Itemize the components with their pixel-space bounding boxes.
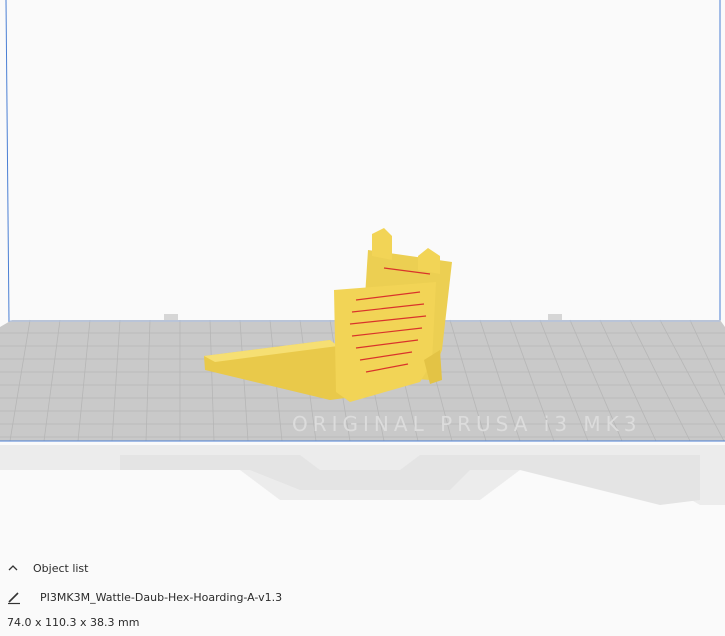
object-dimensions: 74.0 x 110.3 x 38.3 mm [7, 616, 140, 629]
chevron-up-icon[interactable] [6, 561, 20, 575]
3d-viewport[interactable]: ORIGINAL PRUSA i3 MK3 [0, 0, 725, 636]
object-list-toggle[interactable]: Object list [6, 558, 88, 578]
model-hoarding[interactable] [204, 228, 452, 402]
pencil-icon[interactable] [6, 589, 22, 605]
plate-engraving: ORIGINAL PRUSA i3 MK3 [292, 412, 642, 436]
build-plate-scene: ORIGINAL PRUSA i3 MK3 [0, 0, 725, 505]
object-list-label: Object list [33, 561, 89, 575]
build-volume-left-edge [5, 0, 10, 323]
plate-clip-left [164, 314, 178, 320]
plate-clip-right [548, 314, 562, 320]
object-list-panel: Object list PI3MK3M_Wattle-Daub-Hex-Hoar… [0, 552, 725, 636]
object-name: PI3MK3M_Wattle-Daub-Hex-Hoarding-A-v1.3 [40, 590, 283, 604]
object-row: PI3MK3M_Wattle-Daub-Hex-Hoarding-A-v1.3 [6, 587, 282, 607]
